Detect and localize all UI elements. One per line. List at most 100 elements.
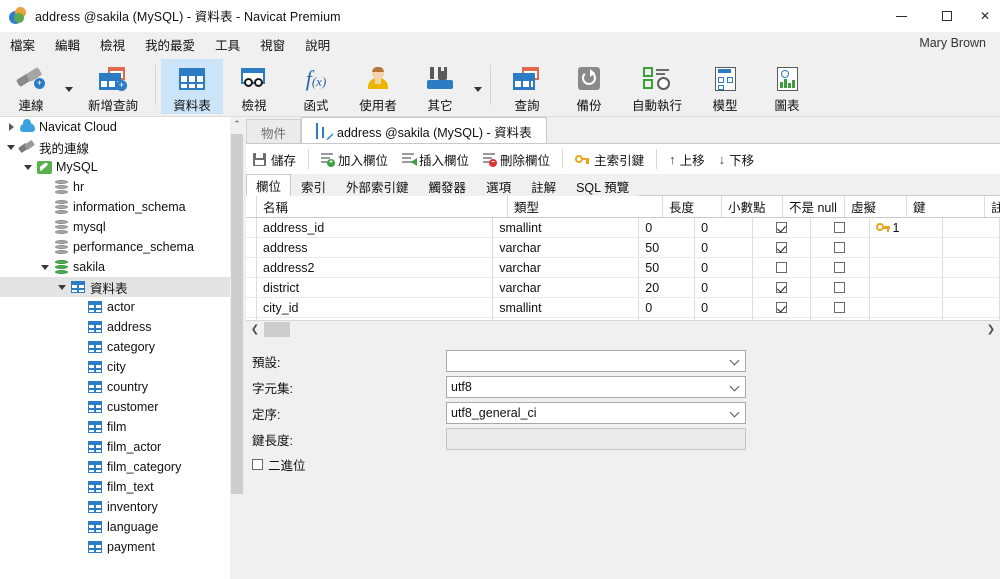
cell-length[interactable]: 0: [639, 218, 695, 237]
binary-checkbox-wrap[interactable]: 二進位: [246, 455, 446, 474]
cell-decimals[interactable]: 0: [695, 278, 753, 297]
sidebar-scrollbar[interactable]: ⌃: [230, 117, 244, 579]
menu-tools[interactable]: 工具: [205, 32, 250, 57]
tree-item-film_text[interactable]: film_text: [0, 477, 230, 497]
grid-column-header[interactable]: 小數點: [722, 196, 783, 217]
grid-column-header[interactable]: 鍵: [907, 196, 985, 217]
cell-comment[interactable]: [943, 298, 1000, 317]
designer-tab-2[interactable]: 外部索引鍵: [336, 176, 419, 196]
tree-item-category[interactable]: category: [0, 337, 230, 357]
tree-item-film[interactable]: film: [0, 417, 230, 437]
cell-name[interactable]: city_id: [257, 298, 493, 317]
connection-dropdown-arrow[interactable]: [62, 59, 76, 114]
table-row[interactable]: addressvarchar500: [246, 238, 1000, 258]
grid-column-header[interactable]: 長度: [663, 196, 722, 217]
cell-comment[interactable]: [943, 238, 1000, 257]
cell-name[interactable]: district: [257, 278, 493, 297]
cell-key[interactable]: [870, 258, 944, 277]
delete-field-button[interactable]: − 刪除欄位: [476, 146, 557, 172]
cell-type[interactable]: varchar: [493, 258, 639, 277]
sidebar-scroll-thumb[interactable]: [231, 134, 243, 494]
toolbar-function[interactable]: f(x) 函式: [285, 59, 347, 114]
twisty[interactable]: [4, 123, 18, 131]
scroll-right-icon[interactable]: ❯: [984, 322, 998, 337]
menu-edit[interactable]: 編輯: [45, 32, 90, 57]
tree-item-film_actor[interactable]: film_actor: [0, 437, 230, 457]
grid-column-header[interactable]: 名稱: [257, 196, 508, 217]
tree-item-NavicatCloud[interactable]: Navicat Cloud: [0, 117, 230, 137]
grid-body[interactable]: address_idsmallint001addressvarchar500ad…: [246, 218, 1000, 321]
tree-item-film_category[interactable]: film_category: [0, 457, 230, 477]
primary-key-button[interactable]: 主索引鍵: [568, 146, 651, 172]
cell-name[interactable]: address: [257, 238, 493, 257]
cell-virtual[interactable]: [811, 218, 869, 237]
cell-type[interactable]: varchar: [493, 278, 639, 297]
menu-file[interactable]: 檔案: [0, 32, 45, 57]
tree-item-city[interactable]: city: [0, 357, 230, 377]
toolbar-model[interactable]: 模型: [694, 59, 756, 114]
tree-item-hr[interactable]: hr: [0, 177, 230, 197]
minimize-button[interactable]: [878, 0, 924, 32]
fields-grid[interactable]: 名稱類型長度小數點不是 null虛擬鍵註解 address_idsmallint…: [246, 196, 1000, 321]
close-button[interactable]: ✕: [970, 0, 1000, 32]
toolbar-automation[interactable]: 自動執行: [620, 59, 694, 114]
checkbox[interactable]: [834, 282, 845, 293]
designer-tab-5[interactable]: 註解: [521, 176, 566, 196]
tree-item-actor[interactable]: actor: [0, 297, 230, 317]
tree-item-customer[interactable]: customer: [0, 397, 230, 417]
toolbar-user[interactable]: 使用者: [347, 59, 409, 114]
tab-table-designer[interactable]: address @sakila (MySQL) - 資料表: [301, 117, 547, 144]
designer-tab-0[interactable]: 欄位: [246, 174, 291, 196]
checkbox[interactable]: [776, 262, 787, 273]
tree-item-[interactable]: 我的連線: [0, 137, 230, 157]
move-up-button[interactable]: ↑ 上移: [662, 146, 712, 172]
toolbar-connection[interactable]: + 連線: [0, 59, 62, 114]
cell-decimals[interactable]: 0: [695, 258, 753, 277]
toolbar-backup[interactable]: 備份: [558, 59, 620, 114]
others-dropdown-arrow[interactable]: [471, 59, 485, 114]
table-row[interactable]: address_idsmallint001: [246, 218, 1000, 238]
menu-favorites[interactable]: 我的最愛: [135, 32, 205, 57]
grid-column-header[interactable]: 註解: [985, 196, 1000, 217]
toolbar-chart[interactable]: 圖表: [756, 59, 818, 114]
binary-checkbox[interactable]: [252, 459, 263, 470]
maximize-button[interactable]: [924, 0, 970, 32]
save-button[interactable]: 儲存: [246, 146, 303, 172]
move-down-button[interactable]: ↓ 下移: [712, 146, 762, 172]
user-name-label[interactable]: Mary Brown: [919, 36, 986, 50]
cell-type[interactable]: varchar: [493, 238, 639, 257]
grid-horizontal-scrollbar[interactable]: ❮ ❯: [246, 321, 1000, 338]
grid-column-header[interactable]: 虛擬: [845, 196, 907, 217]
cell-not-null[interactable]: [753, 298, 811, 317]
navigation-sidebar[interactable]: Navicat Cloud我的連線MySQLhrinformation_sche…: [0, 117, 230, 579]
checkbox[interactable]: [776, 222, 787, 233]
add-field-button[interactable]: + 加入欄位: [314, 146, 395, 172]
checkbox[interactable]: [776, 282, 787, 293]
cell-length[interactable]: 20: [639, 278, 695, 297]
toolbar-others[interactable]: 其它: [409, 59, 471, 114]
tree-item-payment[interactable]: payment: [0, 537, 230, 557]
cell-name[interactable]: address_id: [257, 218, 493, 237]
menu-window[interactable]: 視窗: [250, 32, 295, 57]
cell-name[interactable]: address2: [257, 258, 493, 277]
toolbar-view[interactable]: 檢視: [223, 59, 285, 114]
tree-item-language[interactable]: language: [0, 517, 230, 537]
checkbox[interactable]: [834, 222, 845, 233]
toolbar-query[interactable]: 查詢: [496, 59, 558, 114]
tree-item-information_schema[interactable]: information_schema: [0, 197, 230, 217]
insert-field-button[interactable]: 插入欄位: [395, 146, 476, 172]
menu-view[interactable]: 檢視: [90, 32, 135, 57]
cell-not-null[interactable]: [753, 278, 811, 297]
designer-tab-1[interactable]: 索引: [291, 176, 336, 196]
grid-scroll-thumb[interactable]: [264, 322, 290, 337]
tree-item-country[interactable]: country: [0, 377, 230, 397]
table-row[interactable]: city_idsmallint00: [246, 298, 1000, 318]
cell-comment[interactable]: [943, 278, 1000, 297]
tree-item-inventory[interactable]: inventory: [0, 497, 230, 517]
charset-combobox[interactable]: utf8: [446, 376, 746, 398]
designer-tab-6[interactable]: SQL 預覽: [566, 176, 639, 196]
cell-virtual[interactable]: [811, 298, 869, 317]
default-combobox[interactable]: [446, 350, 746, 372]
tree-item-MySQL[interactable]: MySQL: [0, 157, 230, 177]
cell-key[interactable]: [870, 238, 944, 257]
